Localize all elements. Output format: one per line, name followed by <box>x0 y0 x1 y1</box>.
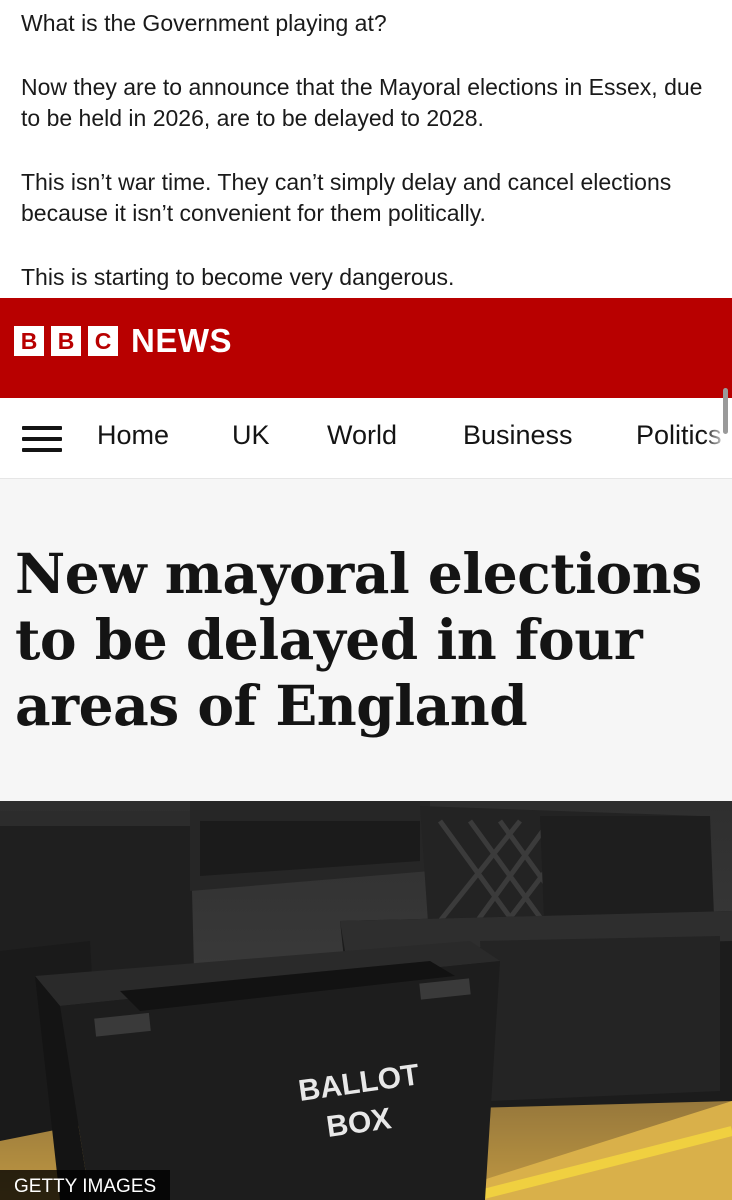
post-paragraph: What is the Government playing at? <box>21 10 387 36</box>
bbc-news-wordmark: NEWS <box>131 322 232 359</box>
nav-item-business[interactable]: Business <box>463 420 573 451</box>
post-text: What is the Government playing at? Now t… <box>21 8 721 293</box>
bbc-logo-block: B <box>51 326 81 356</box>
article-headline: New mayoral elections to be delayed in f… <box>15 541 702 738</box>
bbc-news-header: B B C NEWS <box>0 298 732 398</box>
bbc-logo-block: B <box>14 326 44 356</box>
headline-area: New mayoral elections to be delayed in f… <box>0 479 732 801</box>
hamburger-menu-icon[interactable] <box>22 426 62 452</box>
post-paragraph: This isn’t war time. They can’t simply d… <box>21 169 672 226</box>
scrollbar-thumb[interactable] <box>723 388 728 434</box>
nav-item-home[interactable]: Home <box>97 420 169 451</box>
bbc-news-logo[interactable]: B B C NEWS <box>14 322 232 359</box>
bbc-logo-block: C <box>88 326 118 356</box>
post-paragraph: Now they are to announce that the Mayora… <box>21 74 703 131</box>
article-photo: BALLOT BOX GETTY IMAGES <box>0 801 732 1200</box>
bbc-nav-bar: Home UK World Business Politics <box>0 398 732 479</box>
ballot-box-photo-illustration: BALLOT BOX <box>0 801 732 1200</box>
nav-item-world[interactable]: World <box>327 420 397 451</box>
image-credit: GETTY IMAGES <box>0 1170 171 1200</box>
post-paragraph: This is starting to become very dangerou… <box>21 264 455 290</box>
nav-item-uk[interactable]: UK <box>232 420 270 451</box>
